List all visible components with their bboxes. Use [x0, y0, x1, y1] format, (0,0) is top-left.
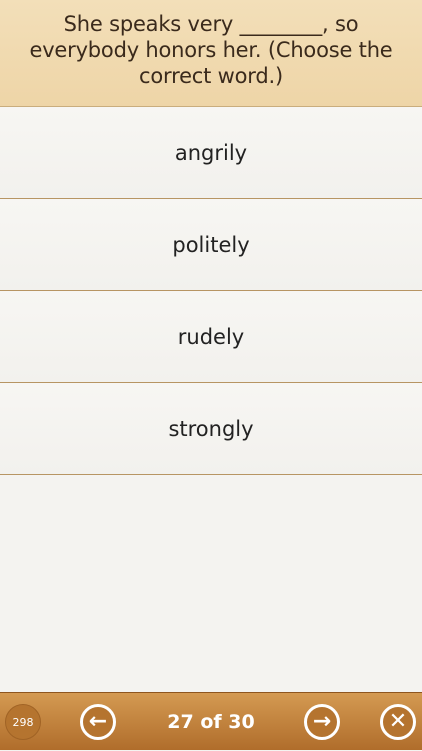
arrow-right-icon: → [312, 709, 332, 734]
answer-list: angrily politely rudely strongly [0, 107, 422, 475]
arrow-left-icon: ← [88, 709, 108, 734]
close-button[interactable]: ✕ [380, 704, 416, 740]
answer-label: strongly [168, 416, 254, 441]
answer-option-politely[interactable]: politely [0, 199, 422, 291]
next-button[interactable]: → [304, 704, 340, 740]
answer-label: angrily [174, 140, 248, 165]
question-header: She speaks very ________, so everybody h… [0, 0, 422, 107]
answer-option-angrily[interactable]: angrily [0, 107, 422, 199]
answer-option-strongly[interactable]: strongly [0, 383, 422, 475]
close-icon: ✕ [388, 709, 408, 734]
answer-option-rudely[interactable]: rudely [0, 291, 422, 383]
answer-label: politely [172, 232, 250, 257]
question-progress: 27 of 30 [167, 711, 255, 733]
answer-label: rudely [177, 324, 245, 349]
previous-button[interactable]: ← [80, 704, 116, 740]
bottom-toolbar: 298 ← 27 of 30 → ✕ [0, 692, 422, 750]
question-text: She speaks very ________, so everybody h… [29, 12, 393, 88]
score-badge: 298 [5, 704, 41, 740]
